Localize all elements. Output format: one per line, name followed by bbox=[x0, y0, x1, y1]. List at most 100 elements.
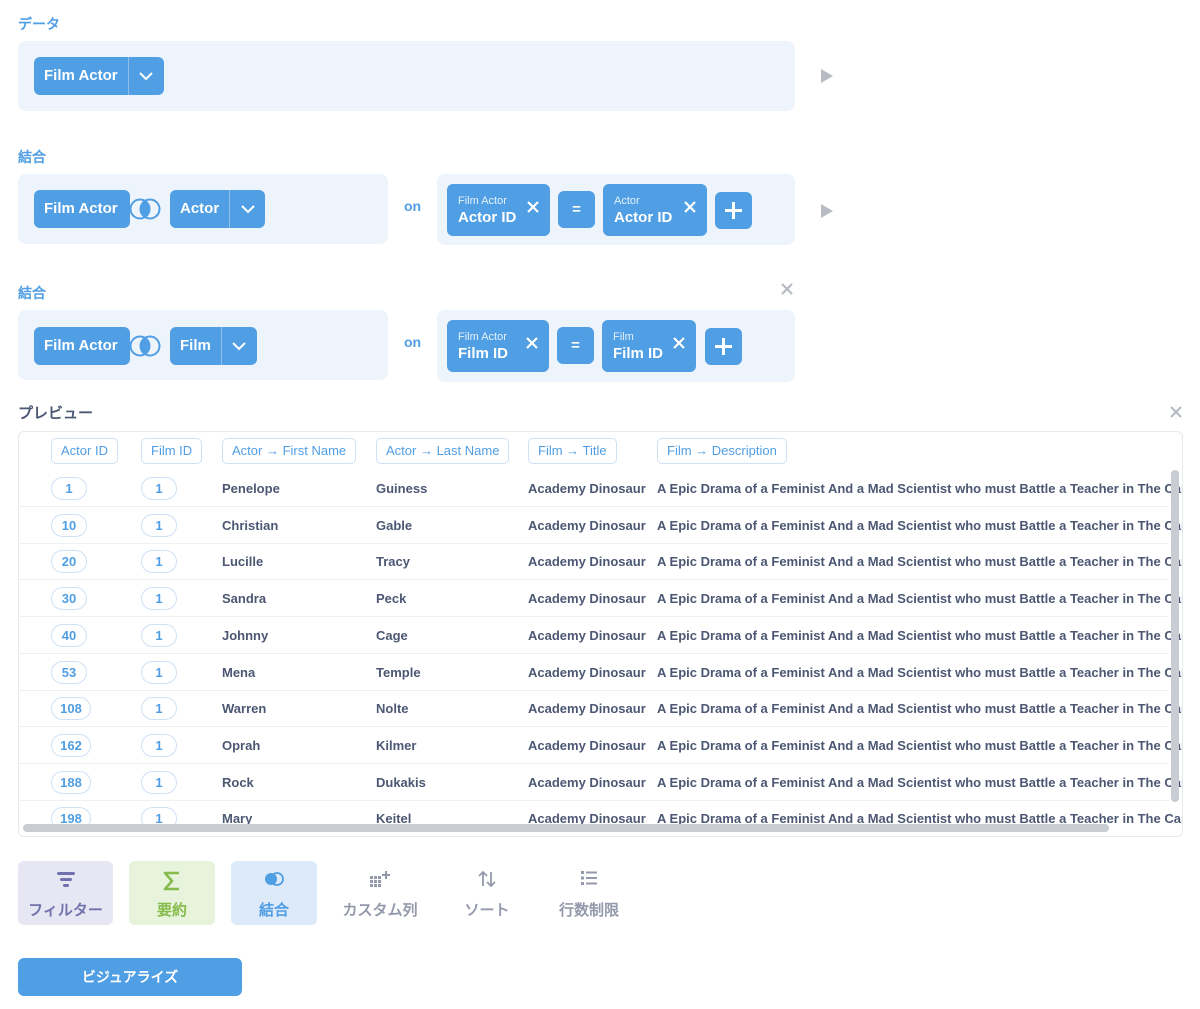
film-id-badge[interactable]: 1 bbox=[141, 697, 177, 721]
preview-step-button[interactable] bbox=[821, 204, 833, 218]
column-header[interactable]: Film → Description bbox=[657, 438, 787, 464]
last-name-cell: Temple bbox=[376, 664, 421, 680]
join-type-icon[interactable] bbox=[128, 198, 162, 220]
join1-right-field[interactable]: Actor Actor ID bbox=[603, 184, 707, 236]
title-cell: Academy Dinosaur bbox=[528, 627, 646, 643]
sort-icon bbox=[478, 870, 496, 888]
first-name-cell: Sandra bbox=[222, 591, 267, 607]
join1-operator[interactable]: = bbox=[558, 191, 595, 228]
custom-column-label: カスタム列 bbox=[342, 902, 418, 919]
film-id-badge[interactable]: 1 bbox=[141, 513, 177, 537]
join2-right-field[interactable]: Film Film ID bbox=[602, 320, 696, 372]
close-preview-icon[interactable] bbox=[1169, 405, 1183, 419]
join1-tables-panel: Film Actor Actor bbox=[18, 174, 388, 244]
film-id-badge[interactable]: 1 bbox=[141, 733, 177, 757]
column-header[interactable]: Film → Title bbox=[528, 438, 617, 464]
first-name-cell: Oprah bbox=[222, 737, 261, 753]
last-name-cell: Kilmer bbox=[376, 737, 417, 753]
summarize-button[interactable]: 要約 bbox=[129, 861, 215, 925]
field-table-name: Film Actor bbox=[458, 331, 507, 343]
last-name-cell: Peck bbox=[376, 591, 407, 607]
join2-operator[interactable]: = bbox=[557, 327, 594, 364]
list-icon bbox=[581, 871, 597, 885]
first-name-cell: Mena bbox=[222, 664, 256, 680]
source-table-label: Film Actor bbox=[44, 67, 118, 84]
table-row: 1 1 Penelope Guiness Academy Dinosaur A Epic … bbox=[19, 470, 1182, 507]
summarize-label: 要約 bbox=[156, 902, 187, 919]
film-id-badge[interactable]: 1 bbox=[141, 477, 177, 500]
last-name-cell: Cage bbox=[376, 627, 408, 643]
column-header[interactable]: Actor ID bbox=[51, 438, 118, 464]
custom-column-button[interactable]: カスタム列 bbox=[338, 861, 422, 925]
table-row: 53 1 Mena Temple Academy Dinosaur A Epic Dram… bbox=[19, 654, 1182, 691]
join-label: 結合 bbox=[258, 902, 289, 919]
film-id-badge[interactable]: 1 bbox=[141, 660, 177, 684]
film-id-badge[interactable]: 1 bbox=[141, 770, 177, 794]
actor-id-badge[interactable]: 1 bbox=[51, 477, 87, 500]
description-cell: A Epic Drama of a Feminist And a Mad Sci… bbox=[657, 481, 1183, 496]
join2-right-table-label: Film bbox=[180, 337, 211, 354]
last-name-cell: Dukakis bbox=[376, 774, 426, 790]
join1-left-field[interactable]: Film Actor Actor ID bbox=[447, 184, 550, 236]
row-limit-button[interactable]: 行数制限 bbox=[551, 861, 627, 925]
close-icon[interactable] bbox=[672, 336, 686, 350]
film-id-badge[interactable]: 1 bbox=[141, 587, 177, 611]
actor-id-badge[interactable]: 162 bbox=[51, 733, 91, 757]
first-name-cell: Lucille bbox=[222, 554, 264, 570]
first-name-cell: Johnny bbox=[222, 627, 269, 643]
actor-id-badge[interactable]: 40 bbox=[51, 623, 87, 647]
chevron-down-icon[interactable] bbox=[127, 57, 164, 95]
actor-id-badge[interactable]: 30 bbox=[51, 587, 87, 611]
data-source-panel: Film Actor bbox=[18, 41, 795, 111]
preview-step-button[interactable] bbox=[821, 69, 833, 83]
close-icon[interactable] bbox=[526, 200, 540, 214]
title-cell: Academy Dinosaur bbox=[528, 591, 646, 607]
table-row: 10 1 Christian Gable Academy Dinosaur A Epic … bbox=[19, 507, 1182, 544]
filter-label: フィルター bbox=[28, 902, 103, 919]
film-id-badge[interactable]: 1 bbox=[141, 550, 177, 574]
add-condition-button[interactable] bbox=[705, 328, 742, 365]
actor-id-badge[interactable]: 20 bbox=[51, 550, 87, 574]
last-name-cell: Gable bbox=[376, 517, 413, 533]
join1-left-table: Film Actor bbox=[34, 190, 130, 228]
join2-on-label: on bbox=[404, 334, 422, 350]
join2-tables-panel: Film Actor Film bbox=[18, 310, 388, 380]
description-cell: A Epic Drama of a Feminist And a Mad Sci… bbox=[657, 627, 1183, 643]
film-id-badge[interactable]: 1 bbox=[141, 623, 177, 647]
remove-step-icon[interactable] bbox=[780, 282, 794, 296]
horizontal-scrollbar[interactable] bbox=[23, 824, 1109, 832]
last-name-cell: Nolte bbox=[376, 701, 409, 717]
table-row: 108 1 Warren Nolte Academy Dinosaur A Epic Dr… bbox=[19, 690, 1182, 728]
chevron-down-icon[interactable] bbox=[229, 190, 265, 228]
actor-id-badge[interactable]: 188 bbox=[51, 770, 91, 794]
title-cell: Academy Dinosaur bbox=[528, 664, 646, 680]
add-condition-button[interactable] bbox=[715, 192, 752, 229]
filter-button[interactable]: フィルター bbox=[18, 861, 113, 925]
join1-right-table-label: Actor bbox=[180, 200, 220, 217]
title-cell: Academy Dinosaur bbox=[528, 517, 646, 533]
join-button[interactable]: 結合 bbox=[231, 861, 317, 925]
chevron-down-icon[interactable] bbox=[220, 327, 257, 365]
source-table-picker[interactable]: Film Actor bbox=[34, 57, 164, 95]
join2-left-field[interactable]: Film Actor Film ID bbox=[447, 320, 549, 372]
column-header[interactable]: Film ID bbox=[141, 438, 203, 464]
join2-right-table-picker[interactable]: Film bbox=[170, 327, 257, 365]
description-cell: A Epic Drama of a Feminist And a Mad Sci… bbox=[657, 701, 1183, 717]
visualize-button[interactable]: ビジュアライズ bbox=[18, 958, 242, 996]
field-name: Actor ID bbox=[458, 209, 517, 226]
close-icon[interactable] bbox=[525, 336, 539, 350]
last-name-cell: Tracy bbox=[376, 554, 410, 570]
first-name-cell: Rock bbox=[222, 774, 254, 790]
sort-button[interactable]: ソート bbox=[448, 861, 526, 925]
custom-column-icon bbox=[370, 871, 390, 887]
actor-id-badge[interactable]: 10 bbox=[51, 513, 87, 537]
close-icon[interactable] bbox=[683, 200, 697, 214]
column-header[interactable]: Actor → Last Name bbox=[376, 438, 510, 464]
join1-right-table-picker[interactable]: Actor bbox=[170, 190, 266, 228]
actor-id-badge[interactable]: 108 bbox=[51, 697, 91, 721]
column-header[interactable]: Actor → First Name bbox=[222, 438, 357, 464]
sort-label: ソート bbox=[464, 902, 510, 919]
vertical-scrollbar[interactable] bbox=[1171, 470, 1179, 802]
actor-id-badge[interactable]: 53 bbox=[51, 660, 87, 684]
join-type-icon[interactable] bbox=[128, 335, 162, 357]
